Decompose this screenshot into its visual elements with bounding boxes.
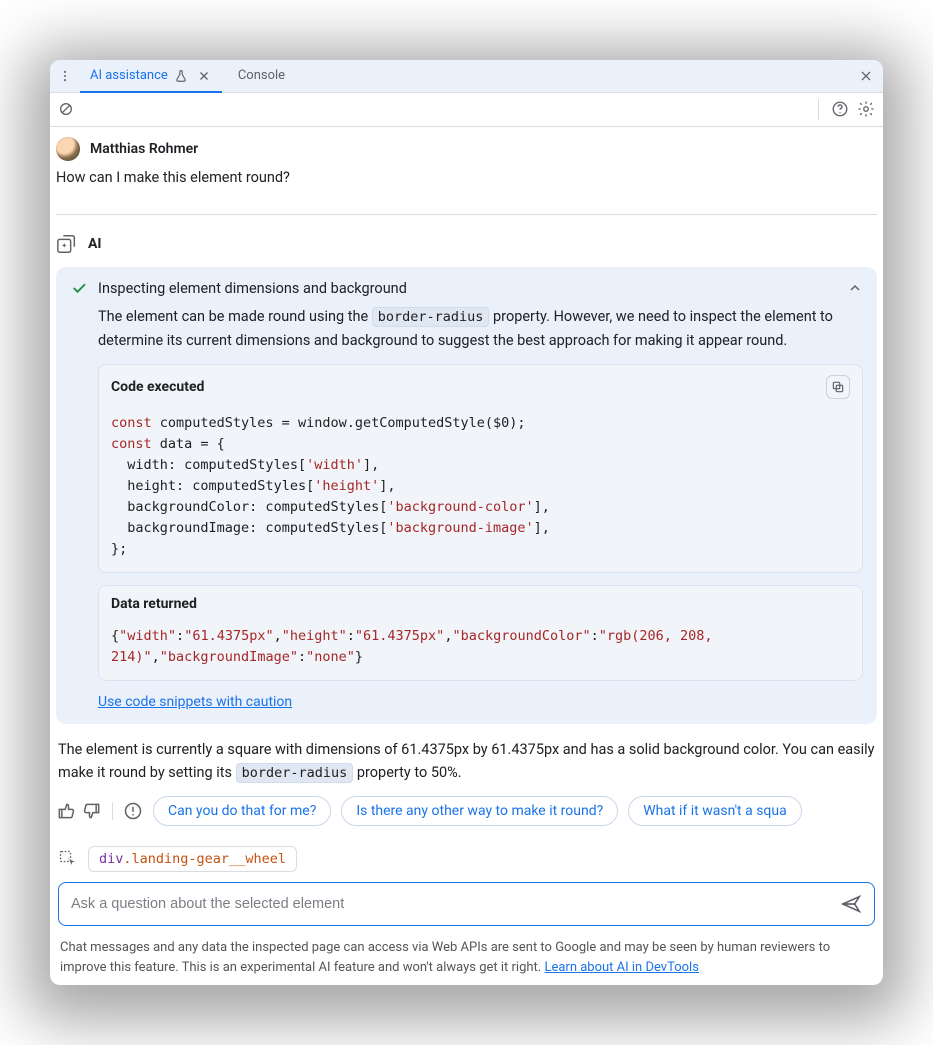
code-block: {"width":"61.4375px","height":"61.4375px… xyxy=(99,622,862,680)
avatar xyxy=(56,137,80,161)
clear-icon[interactable] xyxy=(58,101,74,117)
caution-row: Use code snippets with caution xyxy=(70,681,863,710)
data-returned-card: Data returned {"width":"61.4375px","heig… xyxy=(98,585,863,681)
ai-step-panel: Inspecting element dimensions and backgr… xyxy=(56,267,877,723)
user-name: Matthias Rohmer xyxy=(90,141,198,157)
code-executed-card: Code executed const computedStyles = win… xyxy=(98,364,863,572)
inline-code: border-radius xyxy=(236,763,354,783)
ask-input[interactable] xyxy=(67,890,836,918)
close-tab-icon[interactable] xyxy=(196,68,212,84)
learn-more-link[interactable]: Learn about AI in DevTools xyxy=(544,960,698,975)
ai-header: AI xyxy=(56,215,877,267)
inline-code: border-radius xyxy=(372,307,490,327)
copy-icon[interactable] xyxy=(826,375,850,399)
send-icon[interactable] xyxy=(836,889,866,919)
thumbs-down-icon[interactable] xyxy=(82,801,102,821)
gear-icon[interactable] xyxy=(857,100,875,118)
suggestion-chip[interactable]: What if it wasn't a squa xyxy=(628,796,802,826)
step-body: The element can be made round using the … xyxy=(70,297,863,352)
suggestion-chip[interactable]: Can you do that for me? xyxy=(153,796,331,826)
ai-label: AI xyxy=(88,236,102,252)
more-menu-icon[interactable] xyxy=(56,65,74,87)
help-icon[interactable] xyxy=(831,100,849,118)
tab-label: Console xyxy=(238,68,285,83)
select-element-icon[interactable] xyxy=(58,849,78,869)
text: The element can be made round using the xyxy=(98,308,372,325)
toolbar xyxy=(50,93,883,127)
tab-bar: AI assistance Console xyxy=(50,60,883,93)
tab-ai-assistance[interactable]: AI assistance xyxy=(80,60,222,92)
text: property to 50%. xyxy=(357,764,462,781)
element-class: landing-gear__wheel xyxy=(132,851,286,867)
devtools-panel: AI assistance Console xyxy=(50,60,883,986)
disclaimer: Chat messages and any data the inspected… xyxy=(56,934,877,979)
text: . xyxy=(123,851,131,867)
text: Chat messages and any data the inspected… xyxy=(60,940,830,975)
ask-input-container xyxy=(58,882,875,926)
tab-label: AI assistance xyxy=(90,68,168,83)
code-block: const computedStyles = window.getCompute… xyxy=(99,409,862,571)
flask-icon xyxy=(174,69,188,83)
ai-sparkle-icon xyxy=(56,233,78,255)
suggestion-chip[interactable]: Is there any other way to make it round? xyxy=(341,796,618,826)
user-message: Matthias Rohmer How can I make this elem… xyxy=(56,127,877,203)
chevron-up-icon[interactable] xyxy=(847,280,863,296)
close-panel-icon[interactable] xyxy=(855,65,877,87)
thumbs-up-icon[interactable] xyxy=(56,801,76,821)
check-icon xyxy=(70,279,88,297)
code-executed-label: Code executed xyxy=(111,379,204,395)
data-returned-label: Data returned xyxy=(111,596,197,612)
selected-element-row: div.landing-gear__wheel xyxy=(56,842,877,880)
actions-row: Can you do that for me? Is there any oth… xyxy=(56,794,877,842)
element-chip[interactable]: div.landing-gear__wheel xyxy=(88,846,297,872)
report-icon[interactable] xyxy=(123,801,143,821)
step-title: Inspecting element dimensions and backgr… xyxy=(98,280,407,297)
user-question: How can I make this element round? xyxy=(56,167,877,189)
element-tag: div xyxy=(99,851,123,867)
ai-summary: The element is currently a square with d… xyxy=(56,724,877,795)
text: The element is currently a square with d… xyxy=(58,741,875,781)
caution-link[interactable]: Use code snippets with caution xyxy=(98,694,292,710)
tab-console[interactable]: Console xyxy=(228,60,295,92)
